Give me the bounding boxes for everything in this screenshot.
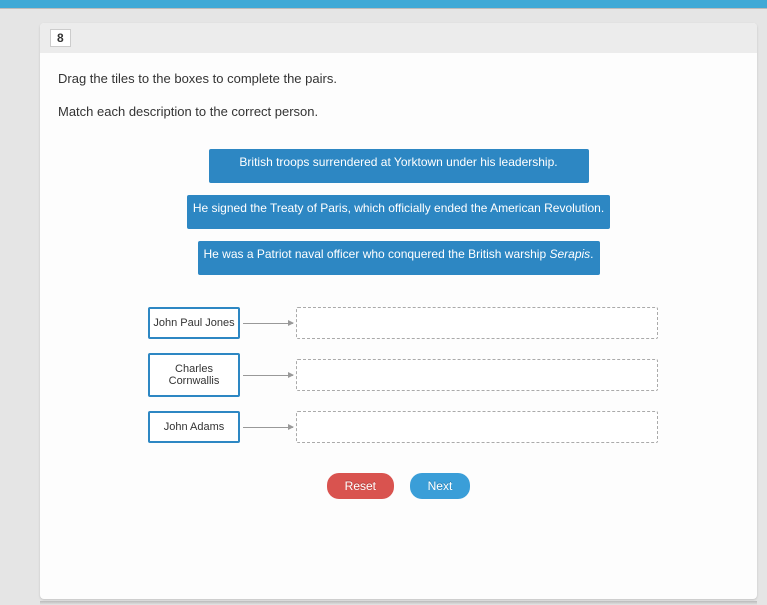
question-card: 8 Drag the tiles to the boxes to complet… (40, 23, 757, 599)
tile-text: He was a Patriot naval officer who conqu… (204, 247, 550, 261)
pair-row: Charles Cornwallis (148, 353, 739, 397)
person-box: John Paul Jones (148, 307, 240, 339)
question-number: 8 (50, 29, 71, 47)
arrow-icon (243, 427, 293, 428)
pair-row: John Adams (148, 411, 739, 443)
draggable-tile[interactable]: He signed the Treaty of Paris, which off… (187, 195, 610, 229)
question-content: Drag the tiles to the boxes to complete … (40, 53, 757, 499)
person-box: Charles Cornwallis (148, 353, 240, 397)
draggable-tile[interactable]: He was a Patriot naval officer who conqu… (198, 241, 600, 275)
reset-button[interactable]: Reset (327, 473, 394, 499)
drag-instruction: Drag the tiles to the boxes to complete … (58, 71, 739, 86)
tile-text: British troops surrendered at Yorktown u… (239, 155, 557, 169)
button-row: Reset Next (58, 473, 739, 499)
tile-suffix: . (590, 247, 593, 261)
drop-target[interactable] (296, 359, 658, 391)
tile-italic: Serapis (549, 247, 590, 261)
question-header: 8 (40, 23, 757, 53)
match-instruction: Match each description to the correct pe… (58, 104, 739, 119)
top-bar (0, 0, 767, 9)
footer-shadow (40, 601, 757, 605)
arrow-icon (243, 323, 293, 324)
person-box: John Adams (148, 411, 240, 443)
draggable-tile[interactable]: British troops surrendered at Yorktown u… (209, 149, 589, 183)
arrow-icon (243, 375, 293, 376)
drop-target[interactable] (296, 307, 658, 339)
drop-target[interactable] (296, 411, 658, 443)
next-button[interactable]: Next (410, 473, 471, 499)
tiles-area: British troops surrendered at Yorktown u… (58, 149, 739, 287)
tile-text: He signed the Treaty of Paris, which off… (193, 201, 604, 215)
pair-row: John Paul Jones (148, 307, 739, 339)
pairs-area: John Paul Jones Charles Cornwallis John … (148, 307, 739, 443)
